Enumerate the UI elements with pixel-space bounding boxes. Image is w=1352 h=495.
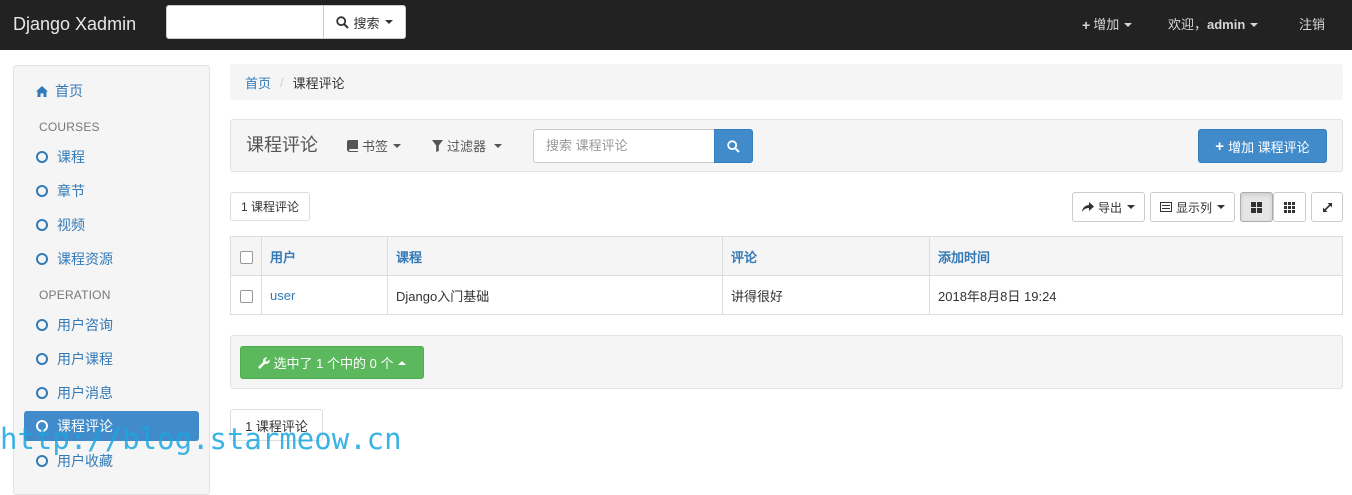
sidebar-item-user-ask[interactable]: 用户咨询 (24, 310, 199, 340)
page-title: 课程评论 (246, 135, 318, 155)
sidebar-item-label: 用户消息 (57, 385, 113, 401)
share-icon (1081, 202, 1094, 212)
book-icon (347, 139, 358, 152)
results-table: 用户 课程 评论 添加时间 user Django入门基础 讲得很好 2018年… (230, 236, 1343, 315)
sidebar-item-resource[interactable]: 课程资源 (24, 244, 199, 274)
cell-comment: 讲得很好 (722, 275, 930, 315)
row-checkbox[interactable] (239, 289, 253, 303)
search-input[interactable]: 搜索 课程评论 (533, 129, 715, 163)
column-header-comment[interactable]: 评论 (722, 236, 930, 276)
sidebar-item-home[interactable]: 首页 (24, 76, 199, 106)
plus-icon: + (1082, 17, 1091, 33)
caret-up-icon (398, 360, 407, 365)
global-search-label: 搜索 (353, 15, 380, 31)
th-large-icon (1251, 201, 1262, 213)
export-button[interactable]: 导出 (1072, 192, 1145, 222)
circle-icon (36, 353, 48, 365)
sidebar-item-lesson[interactable]: 章节 (24, 176, 199, 206)
circle-icon (36, 151, 48, 163)
columns-button[interactable]: 显示列 (1150, 192, 1235, 222)
sidebar-item-user-course[interactable]: 用户课程 (24, 344, 199, 374)
column-header-user[interactable]: 用户 (261, 236, 388, 276)
welcome-text: 欢迎， (1168, 17, 1208, 32)
circle-icon (36, 387, 48, 399)
sidebar-item-user-message[interactable]: 用户消息 (24, 378, 199, 408)
table-header-row: 用户 课程 评论 添加时间 (230, 236, 1343, 276)
caret-down-icon (494, 143, 503, 148)
search-icon (727, 139, 740, 153)
table-row: user Django入门基础 讲得很好 2018年8月8日 19:24 (230, 275, 1343, 315)
cell-user: user (261, 275, 388, 315)
fullscreen-button[interactable] (1311, 192, 1343, 222)
select-all-cell (230, 236, 262, 276)
row-select-cell (230, 275, 262, 315)
sidebar-group-title: COURSES (39, 120, 100, 134)
layout-compact-button[interactable] (1273, 192, 1306, 222)
search-icon (336, 15, 350, 29)
row-user-link[interactable]: user (270, 288, 295, 303)
watermark-text: http://blog.starmeow.cn (0, 422, 402, 456)
circle-icon (36, 253, 48, 265)
sidebar-item-label: 课程资源 (57, 251, 113, 267)
username: admin (1207, 17, 1246, 32)
home-icon (36, 85, 48, 97)
sidebar-item-label: 课程 (57, 149, 85, 165)
sidebar-group-title: OPERATION (39, 288, 111, 302)
bookmarks-label: 书签 (362, 139, 389, 154)
search-button[interactable] (714, 129, 753, 163)
select-all-checkbox[interactable] (239, 250, 253, 264)
circle-icon (36, 219, 48, 231)
th-icon (1284, 201, 1295, 213)
nav-add-menu[interactable]: + 增加 (1082, 0, 1133, 50)
result-count: 1 课程评论 (230, 192, 310, 221)
circle-icon (36, 185, 48, 197)
expand-icon (1322, 202, 1333, 213)
logout-link[interactable]: 注销 (1299, 0, 1325, 50)
filters-label: 过滤器 (447, 139, 487, 154)
nav-add-label: 增加 (1093, 17, 1120, 32)
sidebar-item-course[interactable]: 课程 (24, 142, 199, 172)
user-menu[interactable]: 欢迎， admin (1168, 0, 1259, 50)
column-header-add-time[interactable]: 添加时间 (929, 236, 1343, 276)
plus-icon: + (1215, 137, 1225, 155)
breadcrumb-home[interactable]: 首页 (245, 73, 271, 92)
actions-label: 选中了 1 个中的 0 个 (273, 356, 394, 371)
circle-icon (36, 455, 48, 467)
global-search-input[interactable] (166, 5, 324, 39)
export-label: 导出 (1097, 200, 1122, 215)
caret-down-icon (1124, 23, 1133, 27)
add-comment-label: 增加 课程评论 (1228, 139, 1310, 155)
add-comment-button[interactable]: + 增加 课程评论 (1198, 129, 1327, 163)
sidebar-item-label: 首页 (55, 83, 83, 99)
sidebar-item-video[interactable]: 视频 (24, 210, 199, 240)
list-icon (1159, 202, 1172, 212)
cell-course: Django入门基础 (387, 275, 723, 315)
layout-large-button[interactable] (1240, 192, 1273, 222)
global-search-button[interactable]: 搜索 (323, 5, 406, 39)
sidebar-item-label: 用户咨询 (57, 317, 113, 333)
bookmarks-menu[interactable]: 书签 (347, 119, 402, 172)
filters-menu[interactable]: 过滤器 (432, 119, 503, 172)
brand-link[interactable]: Django Xadmin (13, 0, 136, 50)
cell-add-time: 2018年8月8日 19:24 (929, 275, 1343, 315)
caret-down-icon (384, 20, 393, 24)
breadcrumb-separator: / (280, 74, 284, 90)
actions-button[interactable]: 选中了 1 个中的 0 个 (240, 346, 424, 379)
wrench-icon (257, 356, 270, 369)
breadcrumb-current: 课程评论 (292, 75, 345, 91)
columns-label: 显示列 (1175, 200, 1212, 215)
filter-icon (432, 139, 443, 152)
sidebar-item-label: 用户课程 (57, 351, 113, 367)
sidebar-item-label: 视频 (57, 217, 85, 233)
circle-icon (36, 319, 48, 331)
column-header-course[interactable]: 课程 (387, 236, 723, 276)
sidebar-item-label: 章节 (57, 183, 85, 199)
caret-down-icon (1250, 23, 1259, 27)
caret-down-icon (1127, 205, 1135, 209)
caret-down-icon (393, 143, 402, 148)
caret-down-icon (1217, 205, 1225, 209)
breadcrumb: 首页 / 课程评论 (230, 64, 1343, 100)
